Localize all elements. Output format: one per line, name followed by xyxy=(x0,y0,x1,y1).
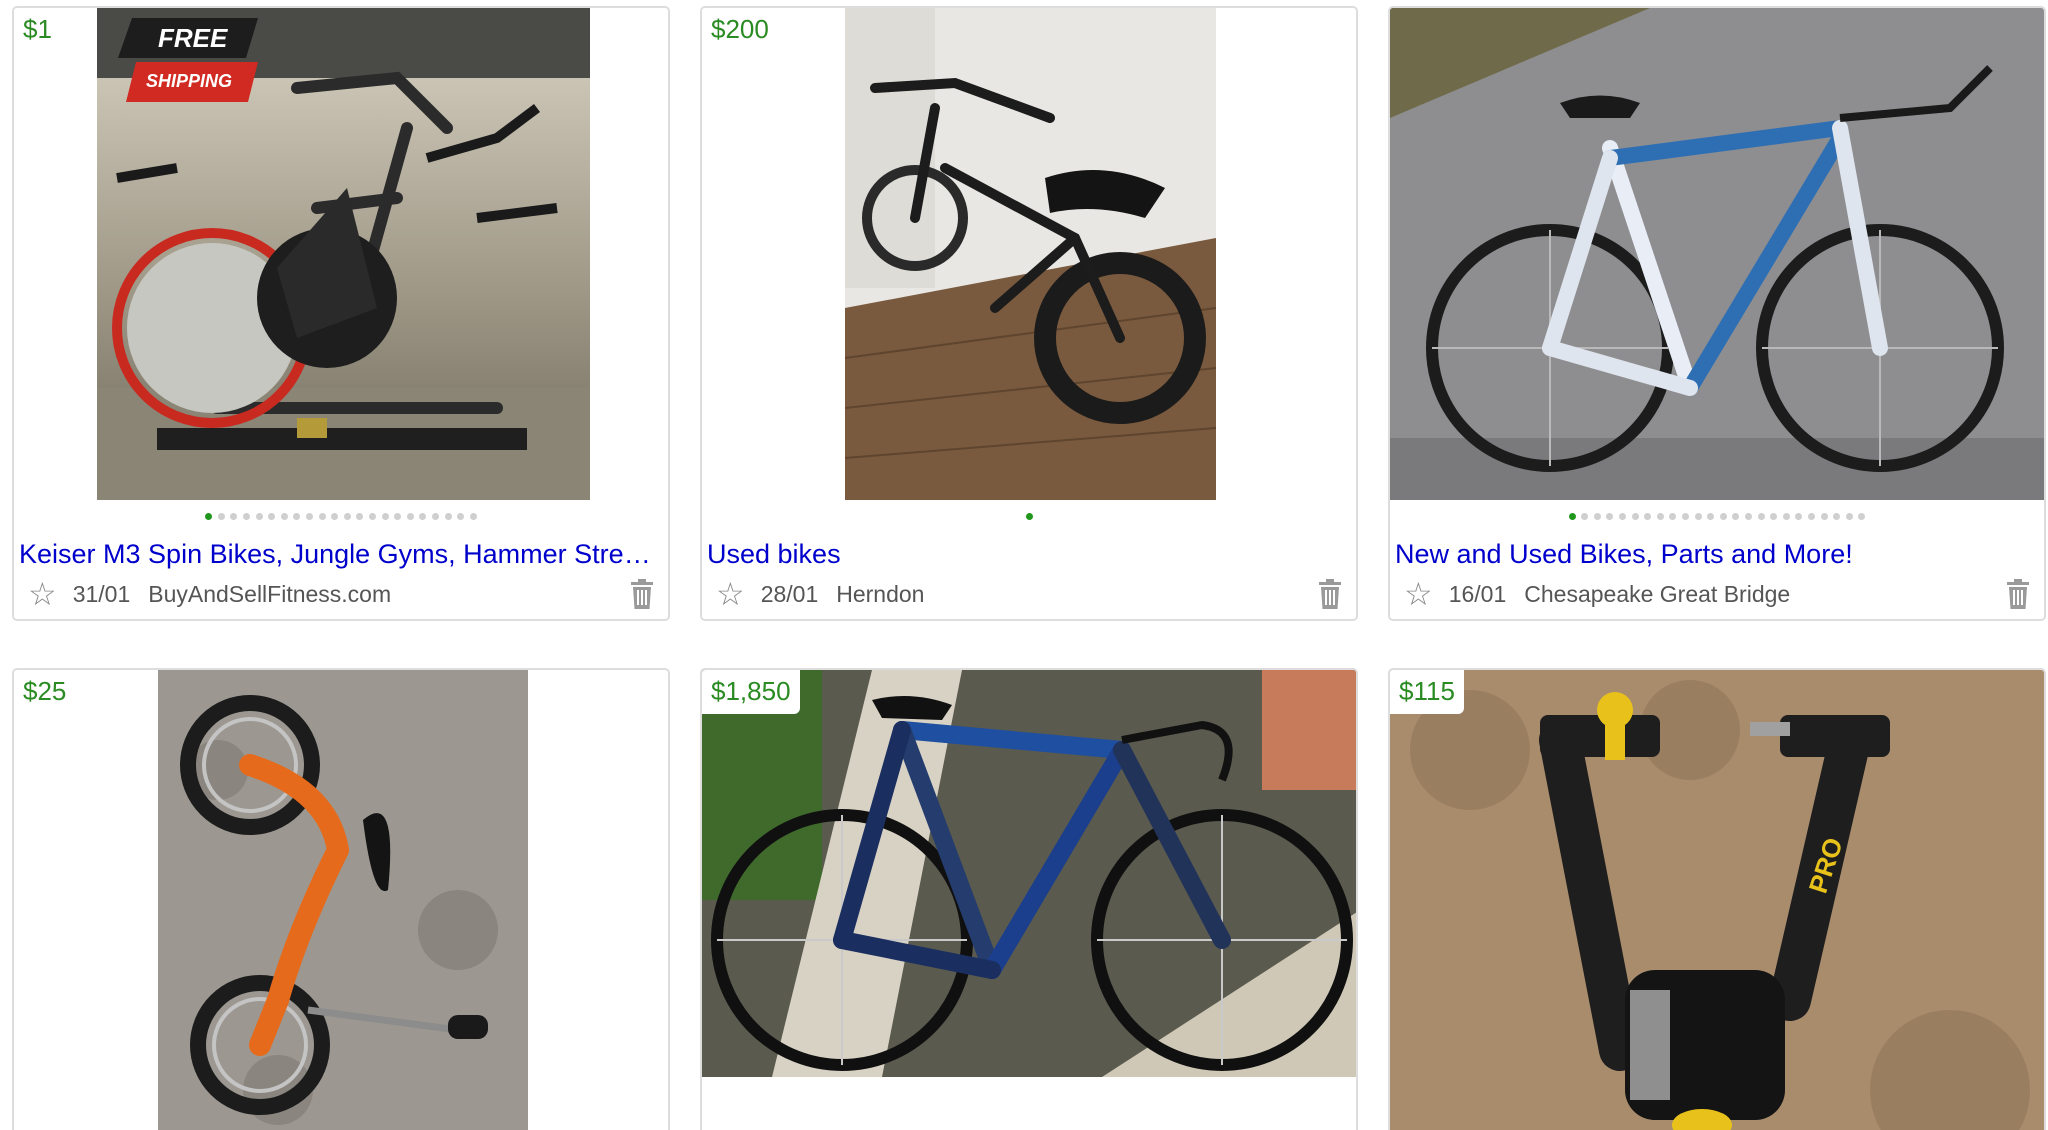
carousel-dot[interactable] xyxy=(1744,513,1752,520)
carousel-dot[interactable] xyxy=(1858,513,1866,520)
carousel-dot[interactable] xyxy=(1770,513,1778,520)
price-badge: $25 xyxy=(14,670,76,714)
carousel-dot[interactable] xyxy=(217,513,225,520)
carousel-dot[interactable] xyxy=(419,513,427,520)
carousel-dot[interactable] xyxy=(1606,513,1614,520)
image-carousel-dots[interactable] xyxy=(14,513,668,524)
price-badge: $200 xyxy=(702,8,778,52)
carousel-dot[interactable] xyxy=(230,513,238,520)
carousel-dot[interactable] xyxy=(243,513,251,520)
carousel-dot[interactable] xyxy=(1644,513,1652,520)
carousel-dot[interactable] xyxy=(1682,513,1690,520)
carousel-dot[interactable] xyxy=(205,513,213,520)
carousel-dot[interactable] xyxy=(1593,513,1601,520)
listing-photo-balance-bike[interactable] xyxy=(158,670,528,1130)
listing-title-link[interactable]: Used bikes xyxy=(707,537,1346,571)
listing-location: Herndon xyxy=(836,581,925,607)
free-shipping-badge: FREE SHIPPING xyxy=(118,18,258,108)
listing-photo-bike-trainer[interactable]: PRO xyxy=(1390,670,2044,1130)
trash-icon[interactable] xyxy=(1318,579,1342,609)
listing-image-area[interactable]: PRO xyxy=(1390,670,2044,1130)
carousel-dot[interactable] xyxy=(1845,513,1853,520)
listing-meta: ☆ 16/01 Chesapeake Great Bridge xyxy=(1404,576,2030,612)
price-badge: $115 xyxy=(1390,670,1464,714)
carousel-dot[interactable] xyxy=(457,513,465,520)
carousel-dot[interactable] xyxy=(1581,513,1589,520)
price-badge: $1,850 xyxy=(702,670,800,714)
listing-date: 28/01 xyxy=(760,581,819,607)
carousel-dot[interactable] xyxy=(318,513,326,520)
star-icon[interactable]: ☆ xyxy=(716,578,745,610)
carousel-dot[interactable] xyxy=(431,513,439,520)
listing-location: BuyAndSellFitness.com xyxy=(148,581,392,607)
listing-card[interactable]: $25 xyxy=(12,668,670,1130)
carousel-dot[interactable] xyxy=(1707,513,1715,520)
listing-image-area[interactable] xyxy=(14,670,668,1130)
carousel-dot[interactable] xyxy=(1025,513,1033,520)
carousel-dot[interactable] xyxy=(406,513,414,520)
carousel-dot[interactable] xyxy=(1631,513,1639,520)
listing-date: 31/01 xyxy=(72,581,131,607)
carousel-dot[interactable] xyxy=(368,513,376,520)
listing-card[interactable]: New and Used Bikes, Parts and More! ☆ 16… xyxy=(1388,6,2046,621)
carousel-dot[interactable] xyxy=(280,513,288,520)
image-carousel-dots[interactable] xyxy=(1390,513,2044,524)
carousel-dot[interactable] xyxy=(306,513,314,520)
listing-image-area[interactable] xyxy=(702,8,1356,500)
badge-free-text: FREE xyxy=(158,23,228,53)
listing-card[interactable]: PRO $115 xyxy=(1388,668,2046,1130)
carousel-dot[interactable] xyxy=(1694,513,1702,520)
carousel-dot[interactable] xyxy=(1669,513,1677,520)
carousel-dot[interactable] xyxy=(1757,513,1765,520)
carousel-dot[interactable] xyxy=(1719,513,1727,520)
price-badge: $1 xyxy=(14,8,61,52)
listing-photo-carbon-road-bike[interactable] xyxy=(702,670,1356,1077)
carousel-dot[interactable] xyxy=(1656,513,1664,520)
listing-title-link[interactable]: New and Used Bikes, Parts and More! xyxy=(1395,537,2034,571)
trash-icon[interactable] xyxy=(630,579,654,609)
listing-meta: ☆ 28/01 Herndon xyxy=(716,576,1342,612)
carousel-dot[interactable] xyxy=(1568,513,1576,520)
carousel-dot[interactable] xyxy=(1795,513,1803,520)
listing-photo-chopper-bike[interactable] xyxy=(845,8,1216,500)
listing-photo-road-bike[interactable] xyxy=(1390,8,2044,500)
image-carousel-dots[interactable] xyxy=(702,513,1356,524)
listing-image-area[interactable] xyxy=(1390,8,2044,500)
badge-shipping-text: SHIPPING xyxy=(146,71,233,91)
carousel-dot[interactable] xyxy=(1833,513,1841,520)
carousel-dot[interactable] xyxy=(394,513,402,520)
carousel-dot[interactable] xyxy=(444,513,452,520)
star-icon[interactable]: ☆ xyxy=(28,578,57,610)
carousel-dot[interactable] xyxy=(356,513,364,520)
carousel-dot[interactable] xyxy=(293,513,301,520)
carousel-dot[interactable] xyxy=(1820,513,1828,520)
listing-card[interactable]: FREE SHIPPING $1 Keiser M3 Spin Bikes, J… xyxy=(12,6,670,621)
listing-image-area[interactable]: FREE SHIPPING xyxy=(14,8,668,500)
listing-image-area[interactable] xyxy=(702,670,1356,1077)
listing-gallery: FREE SHIPPING $1 Keiser M3 Spin Bikes, J… xyxy=(0,0,2048,1130)
carousel-dot[interactable] xyxy=(1782,513,1790,520)
carousel-dot[interactable] xyxy=(343,513,351,520)
listing-card[interactable]: $1,850 xyxy=(700,668,1358,1130)
carousel-dot[interactable] xyxy=(381,513,389,520)
listing-location: Chesapeake Great Bridge xyxy=(1524,581,1791,607)
carousel-dot[interactable] xyxy=(1807,513,1815,520)
listing-title-link[interactable]: Keiser M3 Spin Bikes, Jungle Gyms, Hamme… xyxy=(19,537,658,571)
carousel-dot[interactable] xyxy=(255,513,263,520)
listing-date: 16/01 xyxy=(1448,581,1507,607)
listing-meta: ☆ 31/01 BuyAndSellFitness.com xyxy=(28,576,654,612)
carousel-dot[interactable] xyxy=(331,513,339,520)
listing-card[interactable]: $200 Used bikes ☆ 28/01 Herndon xyxy=(700,6,1358,621)
carousel-dot[interactable] xyxy=(469,513,477,520)
star-icon[interactable]: ☆ xyxy=(1404,578,1433,610)
carousel-dot[interactable] xyxy=(1732,513,1740,520)
carousel-dot[interactable] xyxy=(1619,513,1627,520)
carousel-dot[interactable] xyxy=(268,513,276,520)
trash-icon[interactable] xyxy=(2006,579,2030,609)
